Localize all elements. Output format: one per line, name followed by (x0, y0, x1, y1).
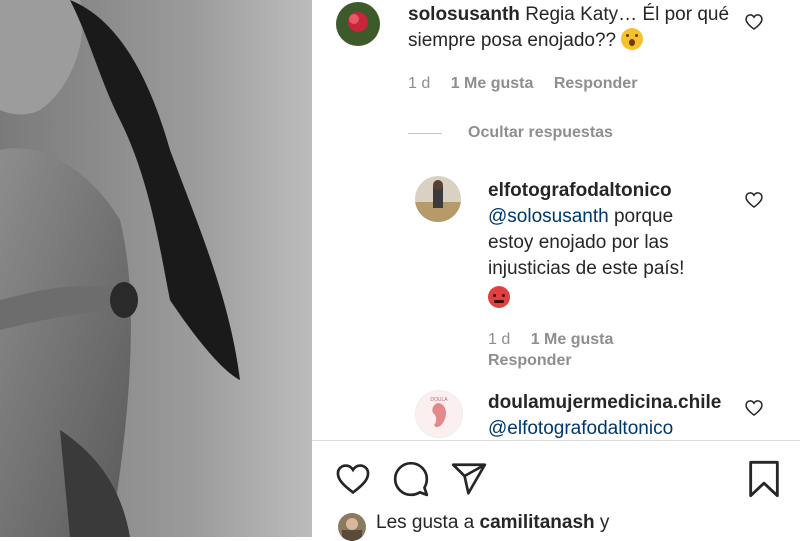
replies-divider (408, 133, 442, 134)
svg-text:DOULA: DOULA (430, 397, 448, 403)
angry-face-icon (488, 286, 510, 308)
post-photo (0, 0, 312, 537)
likes-summary: Les gusta a camilitanash y (376, 512, 609, 534)
heart-icon[interactable] (744, 398, 764, 418)
like-heart-icon[interactable] (334, 460, 372, 498)
avatar[interactable] (336, 2, 380, 46)
hide-replies-button[interactable]: Ocultar respuestas (468, 124, 613, 142)
avatar[interactable] (415, 176, 461, 222)
reply-likes[interactable]: 1 Me gusta (531, 331, 614, 348)
reply-button[interactable]: Responder (554, 75, 638, 92)
reply-text: doulamujermedicina.chile @elfotografodal… (488, 390, 748, 440)
reply-text: elfotografodaltonico @solosusanth porque… (488, 178, 718, 312)
reply-age[interactable]: 1 d (488, 331, 510, 348)
comment-age[interactable]: 1 d (408, 75, 430, 92)
likes-suffix: y (599, 512, 610, 533)
comments-panel: solosusanth Regia Katy… Él por qué siemp… (312, 0, 800, 541)
reply-username[interactable]: elfotografodaltonico (488, 180, 672, 201)
comments-list: solosusanth Regia Katy… Él por qué siemp… (312, 0, 800, 441)
comment-likes[interactable]: 1 Me gusta (451, 75, 534, 92)
reply-meta: 1 d 1 Me gusta Responder (488, 329, 613, 371)
avatar[interactable]: DOULA (415, 390, 463, 438)
comment-meta: 1 d 1 Me gusta Responder (408, 75, 637, 93)
comment-icon[interactable] (392, 460, 430, 498)
likes-user[interactable]: camilitanash (480, 512, 595, 533)
heart-icon[interactable] (744, 12, 764, 32)
reply-button[interactable]: Responder (488, 352, 572, 369)
comment-username[interactable]: solosusanth (408, 4, 520, 25)
share-icon[interactable] (450, 460, 488, 498)
reply-mention[interactable]: @elfotografodaltonico (488, 418, 673, 439)
heart-icon[interactable] (744, 190, 764, 210)
comment-text: solosusanth Regia Katy… Él por qué siemp… (408, 2, 748, 54)
reply-mention[interactable]: @solosusanth (488, 206, 609, 227)
bookmark-icon[interactable] (744, 458, 784, 500)
reply-username[interactable]: doulamujermedicina.chile (488, 392, 721, 413)
likes-prefix: Les gusta a (376, 512, 475, 533)
hushed-face-icon (621, 28, 644, 50)
